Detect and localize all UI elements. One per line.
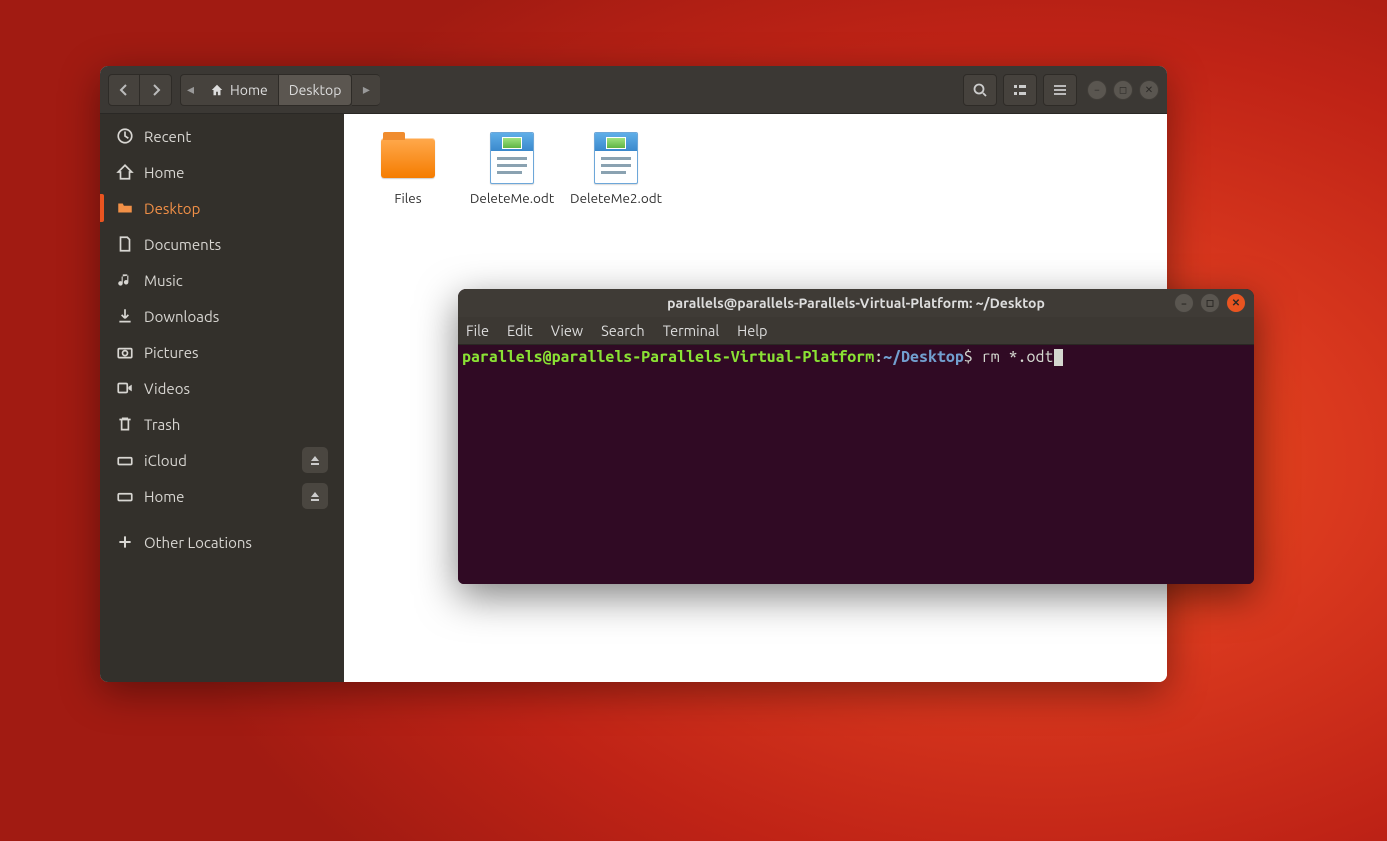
- sidebar-item-music[interactable]: Music: [100, 262, 344, 298]
- chevron-left-icon: [118, 84, 130, 96]
- file-tile[interactable]: DeleteMe.odt: [460, 132, 564, 207]
- file-label: DeleteMe2.odt: [568, 190, 664, 207]
- file-label: DeleteMe.odt: [464, 190, 560, 207]
- prompt-dollar: $: [964, 348, 982, 366]
- files-titlebar: ◂ Home Desktop ▸ − ◻ ✕: [100, 66, 1167, 114]
- prompt-userhost: parallels@parallels-Parallels-Virtual-Pl…: [462, 348, 874, 366]
- terminal-cursor: [1054, 349, 1063, 366]
- music-icon: [116, 271, 134, 289]
- sidebar-item-videos[interactable]: Videos: [100, 370, 344, 406]
- drive-icon: [116, 487, 134, 505]
- file-tile[interactable]: DeleteMe2.odt: [564, 132, 668, 207]
- sidebar-label: Desktop: [144, 200, 200, 217]
- eject-button[interactable]: [302, 447, 328, 473]
- search-button[interactable]: [963, 74, 997, 106]
- sidebar-label: Home: [144, 488, 184, 505]
- breadcrumb-next-icon[interactable]: ▸: [352, 74, 380, 106]
- breadcrumb: ◂ Home Desktop ▸: [180, 73, 380, 107]
- sidebar-item-trash[interactable]: Trash: [100, 406, 344, 442]
- home-icon: [116, 163, 134, 181]
- terminal-menubar: File Edit View Search Terminal Help: [458, 317, 1254, 345]
- document-icon: [116, 235, 134, 253]
- terminal-minimize-button[interactable]: −: [1174, 293, 1194, 313]
- odt-icon: [490, 132, 534, 184]
- breadcrumb-home[interactable]: Home: [200, 74, 279, 106]
- file-label: Files: [360, 190, 456, 207]
- folder-icon: [381, 138, 435, 178]
- terminal-title: parallels@parallels-Parallels-Virtual-Pl…: [667, 295, 1045, 311]
- files-maximize-button[interactable]: ◻: [1113, 80, 1133, 100]
- terminal-maximize-button[interactable]: ◻: [1200, 293, 1220, 313]
- home-icon: [210, 83, 224, 97]
- terminal-window: parallels@parallels-Parallels-Virtual-Pl…: [458, 289, 1254, 584]
- sidebar-item-downloads[interactable]: Downloads: [100, 298, 344, 334]
- sidebar-label: Documents: [144, 236, 221, 253]
- video-icon: [116, 379, 134, 397]
- menu-file[interactable]: File: [466, 322, 489, 339]
- prompt-command: rm *.odt: [982, 348, 1054, 366]
- prompt-path: ~/Desktop: [883, 348, 964, 366]
- breadcrumb-desktop[interactable]: Desktop: [279, 74, 353, 106]
- eject-icon: [309, 454, 321, 466]
- prompt-sep: :: [874, 348, 883, 366]
- chevron-right-icon: [150, 84, 162, 96]
- download-icon: [116, 307, 134, 325]
- search-icon: [972, 82, 988, 98]
- menu-icon: [1052, 82, 1068, 98]
- terminal-close-button[interactable]: ✕: [1226, 293, 1246, 313]
- camera-icon: [116, 343, 134, 361]
- sidebar-label: Trash: [144, 416, 180, 433]
- sidebar-item-recent[interactable]: Recent: [100, 118, 344, 154]
- sidebar-item-other-locations[interactable]: Other Locations: [100, 524, 344, 560]
- sidebar-item-documents[interactable]: Documents: [100, 226, 344, 262]
- trash-icon: [116, 415, 134, 433]
- breadcrumb-prev-icon[interactable]: ◂: [180, 74, 200, 106]
- terminal-titlebar[interactable]: parallels@parallels-Parallels-Virtual-Pl…: [458, 289, 1254, 317]
- menu-terminal[interactable]: Terminal: [663, 322, 719, 339]
- menu-help[interactable]: Help: [737, 322, 767, 339]
- drive-icon: [116, 451, 134, 469]
- files-minimize-button[interactable]: −: [1087, 80, 1107, 100]
- sidebar-item-home[interactable]: Home: [100, 154, 344, 190]
- sidebar-label: Pictures: [144, 344, 199, 361]
- breadcrumb-desktop-label: Desktop: [289, 82, 342, 98]
- sidebar-label: Home: [144, 164, 184, 181]
- list-view-icon: [1012, 82, 1028, 98]
- sidebar-item-icloud[interactable]: iCloud: [100, 442, 344, 478]
- files-sidebar: Recent Home Desktop Documents Music Down…: [100, 114, 344, 682]
- sidebar-label: Downloads: [144, 308, 219, 325]
- sidebar-item-desktop[interactable]: Desktop: [100, 190, 344, 226]
- menu-search[interactable]: Search: [601, 322, 645, 339]
- menu-edit[interactable]: Edit: [507, 322, 533, 339]
- sidebar-label: Recent: [144, 128, 191, 145]
- menu-view[interactable]: View: [551, 322, 583, 339]
- nav-back-button[interactable]: [108, 74, 140, 106]
- eject-button[interactable]: [302, 483, 328, 509]
- view-toggle-button[interactable]: [1003, 74, 1037, 106]
- eject-icon: [309, 490, 321, 502]
- plus-icon: [116, 533, 134, 551]
- sidebar-label: Other Locations: [144, 534, 252, 551]
- folder-icon: [116, 199, 134, 217]
- sidebar-item-pictures[interactable]: Pictures: [100, 334, 344, 370]
- odt-icon: [594, 132, 638, 184]
- sidebar-label: iCloud: [144, 452, 187, 469]
- files-close-button[interactable]: ✕: [1139, 80, 1159, 100]
- hamburger-menu-button[interactable]: [1043, 74, 1077, 106]
- clock-icon: [116, 127, 134, 145]
- nav-forward-button[interactable]: [140, 74, 172, 106]
- sidebar-item-home-mount[interactable]: Home: [100, 478, 344, 514]
- terminal-body[interactable]: parallels@parallels-Parallels-Virtual-Pl…: [458, 345, 1254, 584]
- breadcrumb-home-label: Home: [230, 82, 268, 98]
- sidebar-label: Videos: [144, 380, 190, 397]
- sidebar-label: Music: [144, 272, 183, 289]
- folder-tile[interactable]: Files: [356, 132, 460, 207]
